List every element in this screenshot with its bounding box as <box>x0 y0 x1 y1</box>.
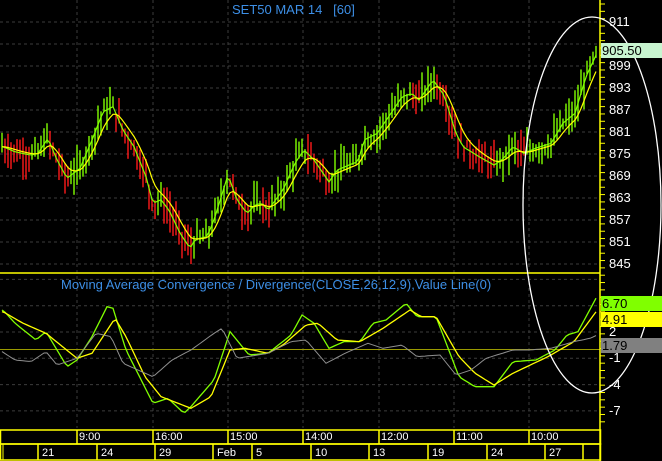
price-tick-label: 887 <box>609 102 631 117</box>
time-label: 14:00 <box>305 431 333 443</box>
date-label: 27 <box>549 447 562 459</box>
date-label: 19 <box>432 447 445 459</box>
price-tick-label: 869 <box>609 168 631 183</box>
date-axis-row <box>0 443 602 461</box>
time-label: 15:00 <box>230 431 258 443</box>
date-label: 13 <box>373 447 386 459</box>
price-tick-label: 893 <box>609 80 631 95</box>
macd-tick-label: -1 <box>609 350 621 366</box>
signal-value-box: 4.91 <box>601 312 662 327</box>
time-label: 10:00 <box>531 431 559 443</box>
date-label: Feb <box>217 447 236 459</box>
chart-window: 911 899 893 887 881 875 869 863 857 851 845 2 -1 -4 -7… <box>0 0 662 461</box>
price-tick-label: 881 <box>609 124 631 139</box>
price-tick-label: 857 <box>609 212 631 228</box>
macd-value-box: 6.70 <box>601 296 662 311</box>
date-label: 29 <box>159 447 172 459</box>
price-tick-label: 863 <box>609 190 631 206</box>
chart-title: SET50 MAR 14 [60] <box>232 2 355 17</box>
symbol-label: SET50 MAR 14 <box>232 2 323 17</box>
date-label: 24 <box>101 447 114 459</box>
macd-tick-label: -7 <box>609 402 621 418</box>
time-label: 9:00 <box>79 431 101 443</box>
annotation-ellipse <box>522 16 662 394</box>
time-label: 16:00 <box>155 431 183 443</box>
chart-canvas <box>0 0 662 461</box>
macd-tick-label: -4 <box>609 376 621 392</box>
signal-line <box>1 309 597 410</box>
last-price-box: 905.50 <box>601 43 662 58</box>
date-label: 5 <box>256 447 263 459</box>
time-label: 11:00 <box>456 431 483 443</box>
macd-tick-label: 2 <box>609 324 617 339</box>
macd-line <box>1 297 597 414</box>
price-tick-label: 911 <box>609 14 630 29</box>
date-label: 24 <box>491 447 504 459</box>
price-tick-label: 899 <box>609 58 631 73</box>
price-tick-label: 851 <box>609 234 631 250</box>
diff-value-box: 1.79 <box>601 338 662 353</box>
date-label: 10 <box>315 447 328 459</box>
price-tick-label: 845 <box>609 256 631 272</box>
macd-title: Moving Average Convergence / Divergence(… <box>61 277 492 292</box>
date-label: 21 <box>42 447 55 459</box>
interval-label: [60] <box>333 2 355 17</box>
price-tick-label: 875 <box>609 146 631 161</box>
time-label: 12:00 <box>381 431 409 443</box>
